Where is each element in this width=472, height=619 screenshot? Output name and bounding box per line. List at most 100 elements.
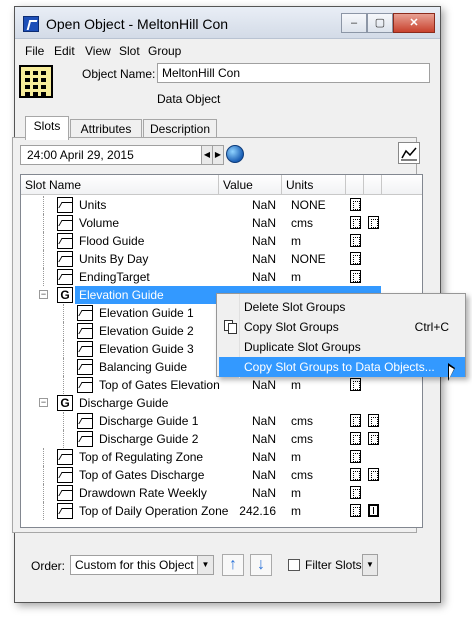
menu-item-duplicate-slot-groups[interactable]: Duplicate Slot Groups	[219, 337, 465, 357]
slot-icon	[57, 449, 73, 465]
menu-group[interactable]: Group	[148, 44, 181, 58]
title-bar[interactable]: Open Object - MeltonHill Con – ▢ ✕	[15, 7, 440, 39]
slot-name: Top of Regulating Zone	[79, 450, 204, 464]
filter-slots-checkbox[interactable]	[288, 559, 300, 571]
tree-connector	[63, 322, 64, 340]
slot-flag-icon[interactable]	[350, 486, 361, 499]
tree-connector	[43, 502, 44, 520]
slot-name: Discharge Guide	[79, 396, 169, 410]
column-header-units[interactable]: Units	[282, 175, 346, 195]
slot-name: Volume	[79, 216, 120, 230]
slot-units: cms	[291, 414, 313, 428]
menu-item-copy-slot-groups-to-data-objects[interactable]: Copy Slot Groups to Data Objects...	[219, 357, 465, 377]
slot-flag-icon[interactable]	[350, 432, 361, 445]
column-header-value[interactable]: Value	[219, 175, 282, 195]
tab-attributes[interactable]: Attributes	[70, 119, 142, 139]
tree-connector	[63, 304, 64, 322]
maximize-button[interactable]: ▢	[367, 13, 393, 33]
slot-flag-icon[interactable]	[350, 378, 361, 391]
slot-row[interactable]: Discharge Guide 2 NaN cms	[21, 430, 422, 448]
slot-name: Elevation Guide	[79, 288, 164, 302]
column-header-slot-name[interactable]: Slot Name	[21, 175, 219, 195]
slot-row[interactable]: Top of Gates Discharge NaN cms	[21, 466, 422, 484]
tree-connector	[43, 196, 44, 214]
slot-io-flag-icon[interactable]	[368, 414, 379, 427]
collapse-toggle-icon[interactable]: −	[39, 398, 48, 407]
slot-row[interactable]: Flood Guide NaN m	[21, 232, 422, 250]
slot-units: m	[291, 486, 301, 500]
minimize-button[interactable]: –	[341, 13, 367, 33]
slot-row[interactable]: Discharge Guide 1 NaN cms	[21, 412, 422, 430]
menu-item-delete-slot-groups[interactable]: Delete Slot Groups	[219, 297, 465, 317]
object-name-field[interactable]: MeltonHill Con	[157, 63, 430, 83]
timestep-next-button[interactable]: ▶	[212, 145, 224, 165]
tree-connector	[43, 232, 44, 250]
filter-options-button[interactable]: ▼	[362, 554, 378, 576]
slot-icon	[77, 359, 93, 375]
slot-io-flag-icon[interactable]	[368, 468, 379, 481]
tree-connector	[43, 214, 44, 232]
order-select[interactable]: Custom for this Object ▼	[70, 555, 214, 575]
menu-edit[interactable]: Edit	[54, 44, 75, 58]
menu-item-copy-slot-groups[interactable]: Copy Slot Groups Ctrl+C	[219, 317, 465, 337]
move-down-button[interactable]: ↓	[250, 554, 272, 576]
window-title: Open Object - MeltonHill Con	[46, 16, 229, 32]
slot-row[interactable]: EndingTarget NaN m	[21, 268, 422, 286]
slot-units: m	[291, 234, 301, 248]
tab-description[interactable]: Description	[143, 119, 217, 139]
slot-icon	[57, 197, 73, 213]
slot-flag-icon[interactable]	[350, 414, 361, 427]
slot-row[interactable]: Top of Regulating Zone NaN m	[21, 448, 422, 466]
context-menu: Delete Slot Groups Copy Slot Groups Ctrl…	[216, 293, 466, 378]
collapse-toggle-icon[interactable]: −	[39, 290, 48, 299]
chevron-down-icon: ▼	[197, 556, 213, 574]
slot-value: NaN	[251, 450, 276, 464]
column-header-flag-2	[364, 175, 382, 195]
order-select-value: Custom for this Object	[75, 558, 194, 572]
slot-value: NaN	[251, 486, 276, 500]
slot-group-row[interactable]: − G Discharge Guide	[21, 394, 422, 412]
slot-flag-icon[interactable]	[350, 198, 361, 211]
slot-flag-icon[interactable]	[350, 270, 361, 283]
slot-row[interactable]: Top of Daily Operation Zone 242.16 m	[21, 502, 422, 520]
slot-units: m	[291, 450, 301, 464]
slot-icon	[57, 503, 73, 519]
slot-flag-icon[interactable]	[350, 450, 361, 463]
slot-flag-icon[interactable]	[350, 504, 361, 517]
menu-slot[interactable]: Slot	[119, 44, 140, 58]
menu-view[interactable]: View	[85, 44, 111, 58]
close-button[interactable]: ✕	[393, 13, 435, 33]
slot-flag-icon[interactable]	[350, 252, 361, 265]
slot-icon	[77, 431, 93, 447]
slot-flag-icon[interactable]	[350, 234, 361, 247]
slot-row[interactable]: Units NaN NONE	[21, 196, 422, 214]
slot-row[interactable]: Drawdown Rate Weekly NaN m	[21, 484, 422, 502]
globe-icon[interactable]	[226, 145, 244, 163]
tab-slots[interactable]: Slots	[25, 116, 69, 140]
order-label: Order:	[31, 559, 66, 573]
slot-flag-icon[interactable]	[350, 468, 361, 481]
object-name-label: Object Name:	[82, 67, 156, 81]
slot-units: cms	[291, 216, 313, 230]
slot-io-flag-icon[interactable]	[368, 432, 379, 445]
slot-value: NaN	[251, 252, 276, 266]
slot-group-icon: G	[57, 395, 73, 411]
plot-chart-button[interactable]	[398, 142, 420, 164]
menu-file[interactable]: File	[25, 44, 44, 58]
move-up-button[interactable]: ↑	[222, 554, 244, 576]
slot-name: Elevation Guide 3	[99, 342, 194, 356]
slot-io-flag-icon[interactable]	[368, 216, 379, 229]
slot-icon	[57, 215, 73, 231]
slot-flag-icon[interactable]	[350, 216, 361, 229]
timestep-field[interactable]: 24:00 April 29, 2015	[20, 145, 202, 165]
slot-row[interactable]: Volume NaN cms	[21, 214, 422, 232]
slot-units: NONE	[291, 198, 326, 212]
slot-value: NaN	[251, 432, 276, 446]
slot-row[interactable]: Units By Day NaN NONE	[21, 250, 422, 268]
slot-name: Top of Gates Discharge	[79, 468, 205, 482]
slot-name: Drawdown Rate Weekly	[79, 486, 207, 500]
slot-row[interactable]: Top of Gates Elevation NaN m	[21, 376, 422, 394]
slot-io-flag-icon[interactable]	[368, 504, 379, 517]
slot-units: m	[291, 504, 301, 518]
tree-connector	[63, 430, 64, 448]
